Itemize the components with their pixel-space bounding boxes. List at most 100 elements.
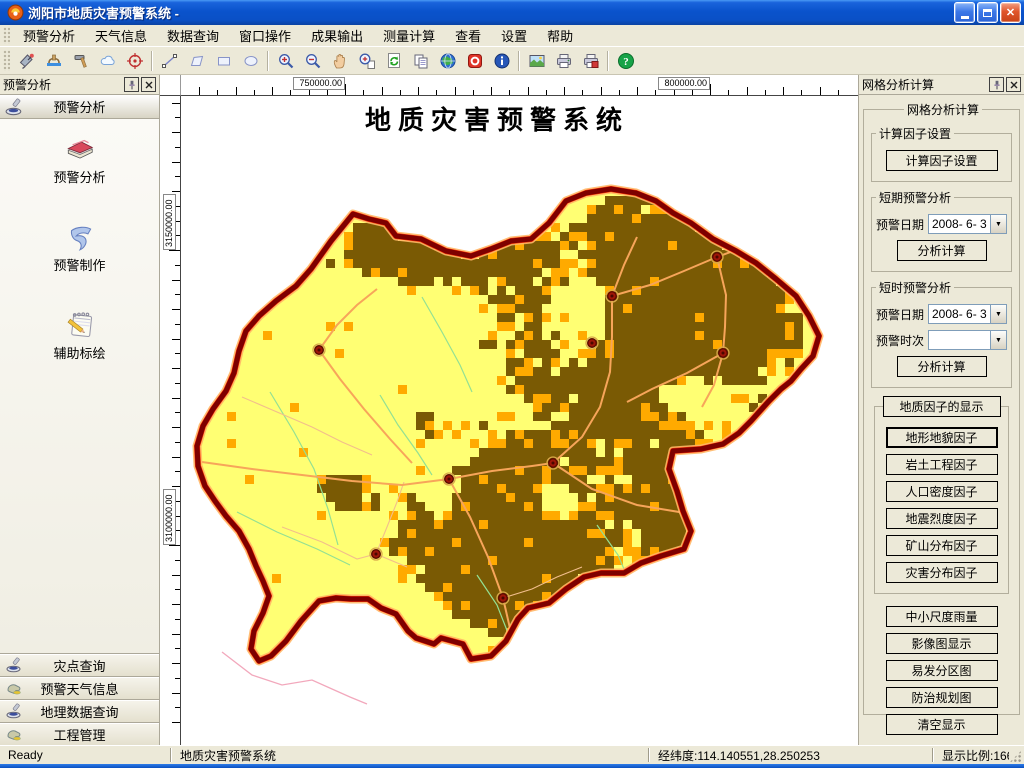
ellipse-tool-icon[interactable]	[238, 49, 263, 73]
short-term-date-combo[interactable]: 2008- 6- 3 ▼	[928, 214, 1007, 234]
short-time-period-combo[interactable]: ▼	[928, 330, 1007, 350]
chevron-down-icon[interactable]: ▼	[990, 331, 1006, 349]
geotech-factor-button[interactable]: 岩土工程因子	[886, 454, 998, 475]
toolbar-separator	[151, 51, 153, 71]
ruler-tick	[172, 575, 180, 576]
cloud-weather-icon[interactable]	[95, 49, 120, 73]
ruler-tick	[172, 368, 180, 369]
rectangle-tool-icon[interactable]	[211, 49, 236, 73]
disaster-point-query-bar[interactable]: 灾点查询	[0, 653, 159, 676]
factor-setting-button[interactable]: 计算因子设置	[886, 150, 998, 171]
short-term-date-value: 2008- 6- 3	[929, 215, 990, 233]
line-tool-icon[interactable]	[157, 49, 182, 73]
population-density-factor-button[interactable]: 人口密度因子	[886, 481, 998, 502]
map-view: 750000.00800000.00 3150000.003100000.00 …	[160, 75, 858, 745]
close-button[interactable]	[1006, 77, 1021, 92]
menu-item-3[interactable]: 窗口操作	[229, 23, 301, 48]
restore-button[interactable]	[977, 2, 998, 23]
image-display-button[interactable]: 影像图显示	[886, 633, 998, 654]
window-title: 浏阳市地质灾害预警系统 -	[28, 3, 952, 22]
menu-item-4[interactable]: 成果输出	[301, 23, 373, 48]
stop-icon[interactable]	[462, 49, 487, 73]
polygon-tool-icon[interactable]	[184, 49, 209, 73]
hammer-tool-icon[interactable]	[68, 49, 93, 73]
print-preview-icon[interactable]	[578, 49, 603, 73]
zoom-in-icon[interactable]	[273, 49, 298, 73]
toolbar-separator	[518, 51, 520, 71]
menu-item-5[interactable]: 测量计算	[373, 23, 445, 48]
map-canvas[interactable]: 地质灾害预警系统	[182, 97, 857, 745]
susceptibility-map-button[interactable]: 易发分区图	[886, 660, 998, 681]
short-term-analyze-button[interactable]: 分析计算	[897, 240, 987, 261]
short-time-date-value: 2008- 6- 3	[929, 305, 990, 323]
short-time-analyze-button[interactable]: 分析计算	[897, 356, 987, 377]
target-locate-icon[interactable]	[122, 49, 147, 73]
menu-item-7[interactable]: 设置	[491, 23, 537, 48]
town-marker	[547, 457, 559, 469]
window-bottom-border	[0, 764, 1024, 768]
menu-item-1[interactable]: 天气信息	[85, 23, 157, 48]
grid-analysis-group: 网格分析计算 计算因子设置 计算因子设置 短期预警分析 预警日期 2008- 6…	[863, 101, 1020, 715]
ruler-tick	[655, 90, 656, 95]
rain-scale-button[interactable]: 中小尺度雨量	[886, 606, 998, 627]
ruler-tick	[172, 693, 180, 694]
chevron-down-icon[interactable]: ▼	[990, 215, 1006, 233]
assist-draw-item[interactable]: 辅助标绘	[0, 307, 159, 362]
town-marker	[313, 344, 325, 356]
print-icon[interactable]	[551, 49, 576, 73]
refresh-icon[interactable]	[381, 49, 406, 73]
copy-layers-icon[interactable]	[408, 49, 433, 73]
disaster-distribution-factor-button[interactable]: 灾害分布因子	[886, 562, 998, 583]
svg-text:?: ?	[623, 56, 629, 68]
geo-data-query-bar[interactable]: 地理数据查询	[0, 699, 159, 722]
info-icon[interactable]	[489, 49, 514, 73]
mine-distribution-factor-button[interactable]: 矿山分布因子	[886, 535, 998, 556]
warning-analysis-icon[interactable]	[14, 49, 39, 73]
toolbar-grip-handle[interactable]	[3, 50, 10, 72]
neighbor-boundary	[222, 652, 367, 704]
ruler-tick	[172, 280, 180, 281]
pin-button[interactable]	[124, 77, 139, 92]
menu-item-6[interactable]: 查看	[445, 23, 491, 48]
help-icon[interactable]: ?	[613, 49, 638, 73]
grid-analysis-group-title: 网格分析计算	[904, 101, 982, 118]
warning-analysis-item[interactable]: 预警分析	[0, 131, 159, 186]
ruler-tick	[217, 90, 218, 95]
geo-factor-display-button[interactable]: 地质因子的显示	[883, 396, 1001, 417]
warning-weather-bar-label: 预警天气信息	[0, 679, 159, 698]
chevron-down-icon[interactable]: ▼	[990, 305, 1006, 323]
globe-icon[interactable]	[435, 49, 460, 73]
title-bar: 浏阳市地质灾害预警系统 - ✕	[0, 0, 1024, 25]
ruler-tick	[272, 87, 273, 95]
minimize-button[interactable]	[954, 2, 975, 23]
terrain-factor-button[interactable]: 地形地貌因子	[886, 427, 998, 448]
image-view-icon[interactable]	[524, 49, 549, 73]
zoom-window-icon[interactable]	[354, 49, 379, 73]
ruler-tick	[400, 90, 401, 95]
pan-hand-icon[interactable]	[327, 49, 352, 73]
ruler-tick	[172, 722, 180, 723]
short-time-date-combo[interactable]: 2008- 6- 3 ▼	[928, 304, 1007, 324]
seismic-intensity-factor-button[interactable]: 地震烈度因子	[886, 508, 998, 529]
zoom-out-icon[interactable]	[300, 49, 325, 73]
status-coordinates: 经纬度:114.140551,28.250253	[650, 746, 932, 764]
weather-info-icon[interactable]	[41, 49, 66, 73]
warning-weather-bar[interactable]: 预警天气信息	[0, 676, 159, 699]
toolbar-separator	[607, 51, 609, 71]
menu-item-8[interactable]: 帮助	[537, 23, 583, 48]
resize-grip[interactable]	[1009, 750, 1022, 763]
menu-grip-handle[interactable]	[3, 27, 10, 44]
clear-display-button[interactable]: 清空显示	[886, 714, 998, 735]
prevention-plan-button[interactable]: 防治规划图	[886, 687, 998, 708]
close-button[interactable]: ✕	[1000, 2, 1021, 23]
ruler-tick	[345, 84, 346, 95]
window-controls: ✕	[952, 2, 1021, 23]
warning-make-item[interactable]: 预警制作	[0, 219, 159, 274]
town-marker	[606, 290, 618, 302]
close-button[interactable]	[141, 77, 156, 92]
project-manage-bar[interactable]: 工程管理	[0, 722, 159, 745]
pin-button[interactable]	[989, 77, 1004, 92]
menu-item-0[interactable]: 预警分析	[13, 23, 85, 48]
left-panel-section-header[interactable]: 预警分析	[0, 95, 159, 119]
menu-item-2[interactable]: 数据查询	[157, 23, 229, 48]
